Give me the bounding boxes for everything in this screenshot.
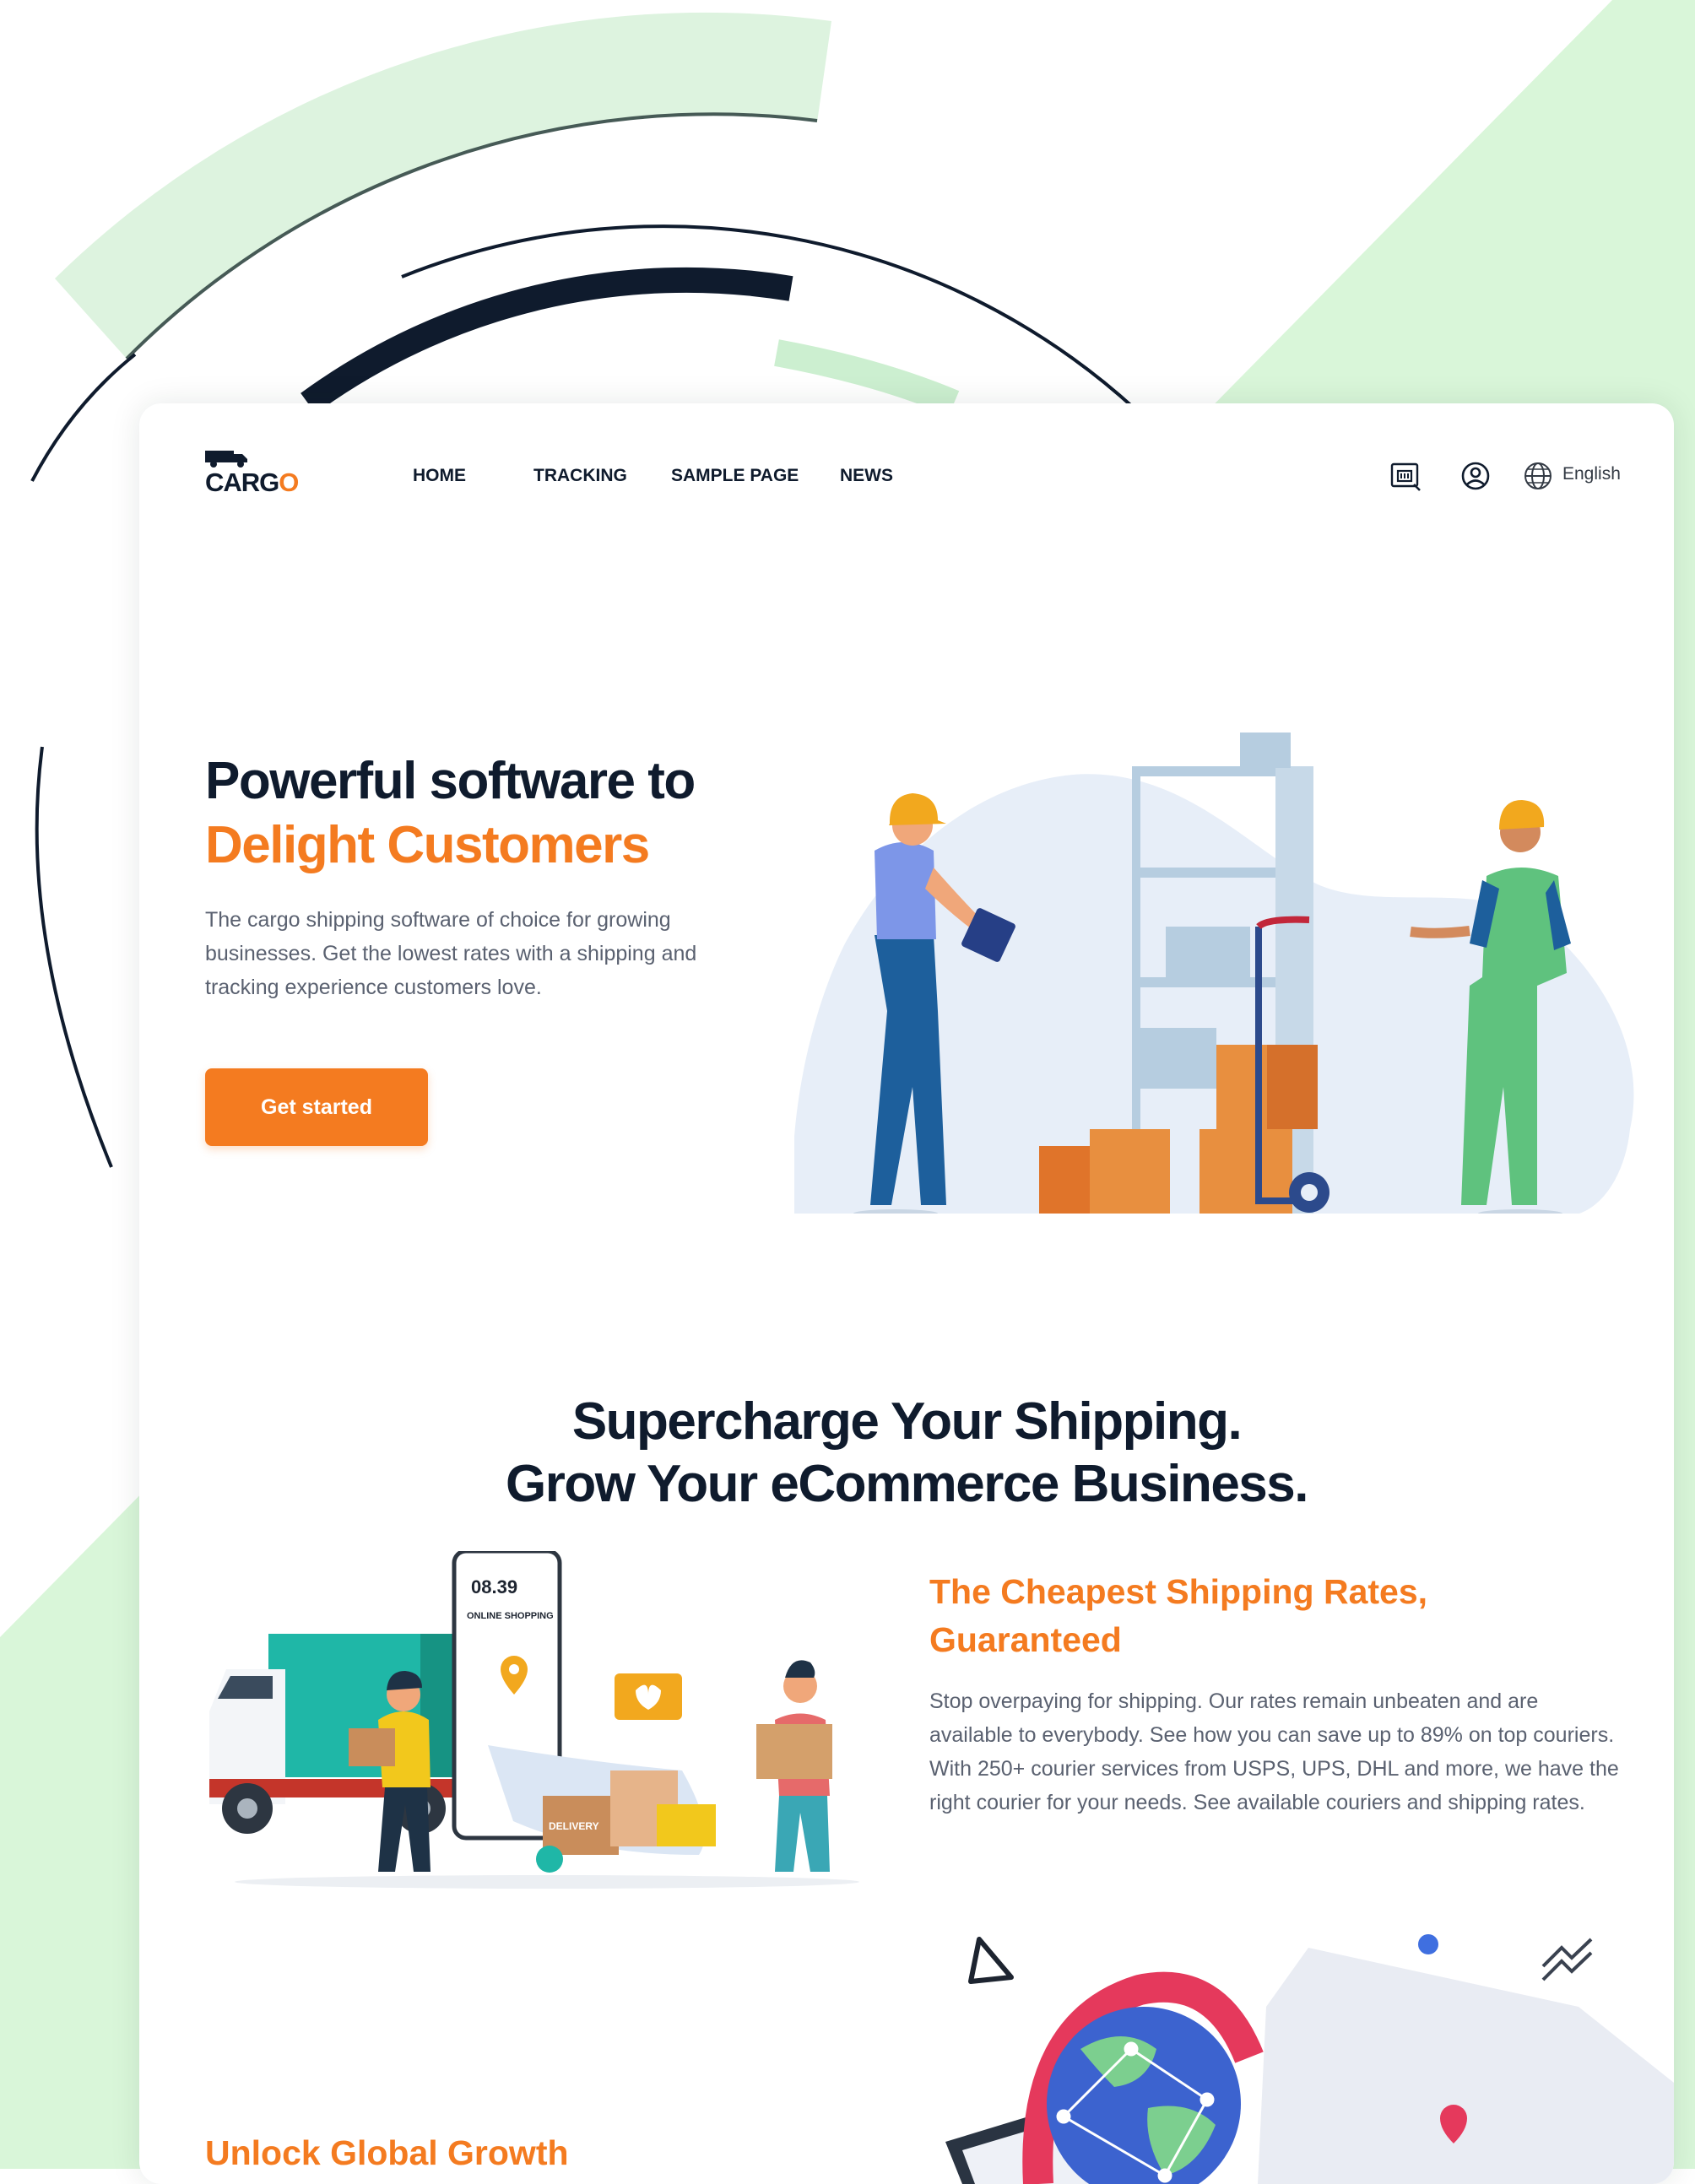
feature-description: Stop overpaying for shipping. Our rates … (929, 1689, 1619, 1814)
triangle-icon (968, 1937, 1014, 1984)
map-panel (1258, 1948, 1674, 2184)
hero-title: Powerful software to Delight Customers (205, 749, 696, 878)
package-scan-icon[interactable] (1389, 459, 1422, 493)
phone-time: 08.39 (471, 1576, 517, 1597)
section-title: Supercharge Your Shipping. Grow Your eCo… (139, 1391, 1674, 1516)
blue-dot (1418, 1934, 1438, 1954)
global-shipping-illustration (945, 1934, 1674, 2184)
global-growth-title: Unlock Global Growth (205, 2133, 569, 2172)
hero-title-accent: Delight Customers (205, 816, 650, 874)
globe-icon[interactable] (1521, 459, 1555, 493)
get-started-button[interactable]: Get started (205, 1068, 428, 1146)
main-card: CARGO HOME TRACKING SAMPLE PAGE NEWS Eng… (139, 403, 1674, 2184)
customer-with-parcel (756, 1660, 832, 1872)
delivery-illustration: 08.39 ONLINE SHOPPING DELIVERY (209, 1551, 859, 1889)
logo-suffix: O (279, 468, 299, 497)
logo-text: CARGO (205, 468, 299, 498)
warehouse-illustration (794, 733, 1634, 1214)
navy-left-arc-mid (35, 746, 113, 1168)
phone-caption: ONLINE SHOPPING (467, 1611, 554, 1621)
light-green-band (774, 339, 960, 416)
navy-arc-top (401, 224, 1137, 411)
navy-left-arc-top (30, 353, 137, 482)
cargo-logo[interactable]: CARGO (205, 449, 299, 505)
feature-title: The Cheapest Shipping Rates, Guaranteed (929, 1572, 1428, 1659)
parcel-label: DELIVERY (549, 1820, 599, 1832)
truck-icon (205, 451, 247, 468)
navy-thick-arc (301, 267, 793, 414)
section-title-line2: Grow Your eCommerce Business. (506, 1455, 1308, 1513)
light-green-arc (55, 12, 831, 359)
hero-description: The cargo shipping software of choice fo… (205, 908, 697, 999)
section-title-line1: Supercharge Your Shipping. (571, 1392, 1243, 1451)
zigzag-icon (1541, 1938, 1593, 1981)
hero-title-line1: Powerful software to (205, 752, 696, 810)
nav-item-sample-page[interactable]: SAMPLE PAGE (671, 466, 799, 486)
nav-item-home[interactable]: HOME (413, 466, 466, 486)
logo-prefix: CARG (205, 468, 279, 497)
language-selector[interactable]: English (1562, 464, 1621, 484)
user-circle-icon[interactable] (1459, 459, 1492, 493)
nav-item-news[interactable]: NEWS (840, 466, 893, 486)
nav-item-tracking[interactable]: TRACKING (533, 466, 627, 486)
